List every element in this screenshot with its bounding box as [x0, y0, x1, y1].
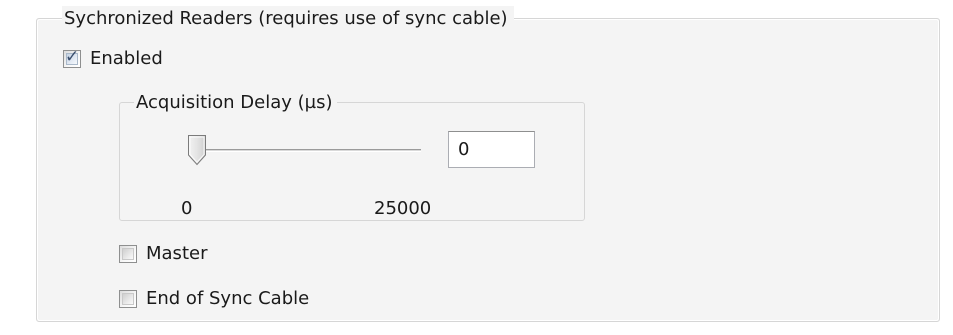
master-checkbox-label: Master — [146, 243, 208, 264]
enabled-checkbox-row[interactable]: ✓ Enabled — [63, 46, 163, 69]
acquisition-delay-input[interactable]: 0 — [448, 131, 535, 168]
acquisition-delay-slider-track[interactable] — [191, 149, 421, 152]
synchronized-readers-group-title: Sychronized Readers (requires use of syn… — [62, 6, 514, 32]
acquisition-delay-slider-thumb[interactable] — [186, 134, 208, 166]
sync-settings-panel: Sychronized Readers (requires use of syn… — [0, 0, 953, 335]
slider-min-label: 0 — [181, 198, 193, 219]
master-checkbox[interactable] — [119, 244, 137, 263]
end-of-sync-cable-checkbox-label: End of Sync Cable — [146, 288, 310, 309]
enabled-checkbox-label: Enabled — [90, 48, 163, 69]
acquisition-delay-group-title: Acquisition Delay (µs) — [134, 90, 337, 116]
enabled-checkbox[interactable]: ✓ — [63, 46, 81, 68]
slider-max-label: 25000 — [374, 198, 432, 219]
master-checkbox-row[interactable]: Master — [119, 243, 207, 264]
end-of-sync-cable-checkbox-row[interactable]: End of Sync Cable — [119, 288, 309, 309]
end-of-sync-cable-checkbox[interactable] — [119, 289, 137, 308]
check-mark-icon: ✓ — [65, 46, 80, 67]
